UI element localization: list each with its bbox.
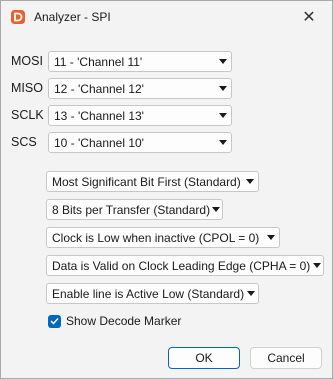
mosi-label: MOSI (11, 54, 43, 68)
cpha-value: Data is Valid on Clock Leading Edge (CPH… (52, 258, 311, 273)
mosi-channel-select[interactable]: 11 - 'Channel 11' (48, 51, 232, 72)
scs-label: SCS (11, 135, 37, 149)
cancel-button[interactable]: Cancel (250, 347, 322, 369)
miso-channel-value: 12 - 'Channel 12' (54, 81, 144, 96)
enable-line-select[interactable]: Enable line is Active Low (Standard) (46, 283, 259, 304)
scs-channel-select[interactable]: 10 - 'Channel 10' (48, 132, 232, 153)
analyzer-dialog: Analyzer - SPI ✕ MOSI 11 - 'Channel 11' … (0, 0, 333, 379)
sclk-channel-select[interactable]: 13 - 'Channel 13' (48, 105, 232, 126)
chevron-down-icon (210, 207, 222, 212)
close-icon: ✕ (302, 9, 316, 26)
cpol-select[interactable]: Clock is Low when inactive (CPOL = 0) (46, 227, 280, 248)
miso-channel-select[interactable]: 12 - 'Channel 12' (48, 78, 232, 99)
chevron-down-icon (310, 263, 323, 268)
miso-label: MISO (11, 81, 43, 95)
mosi-channel-value: 11 - 'Channel 11' (54, 54, 143, 69)
bit-order-select[interactable]: Most Significant Bit First (Standard) (46, 171, 259, 192)
chevron-down-icon (215, 140, 231, 145)
show-decode-marker-checkbox[interactable] (48, 314, 61, 328)
chevron-down-icon (263, 235, 279, 240)
cpha-select[interactable]: Data is Valid on Clock Leading Edge (CPH… (46, 255, 324, 276)
cpol-value: Clock is Low when inactive (CPOL = 0) (52, 230, 260, 245)
sclk-channel-value: 13 - 'Channel 13' (54, 108, 144, 123)
app-logo-icon (11, 10, 25, 24)
chevron-down-icon (244, 291, 258, 296)
scs-channel-value: 10 - 'Channel 10' (54, 135, 144, 150)
window-title: Analyzer - SPI (34, 10, 111, 24)
show-decode-marker-row[interactable]: Show Decode Marker (48, 314, 181, 328)
show-decode-marker-label: Show Decode Marker (66, 314, 182, 328)
bits-per-transfer-value: 8 Bits per Transfer (Standard) (52, 202, 211, 217)
chevron-down-icon (215, 113, 231, 118)
close-button[interactable]: ✕ (286, 1, 332, 33)
cancel-button-label: Cancel (267, 351, 305, 365)
chevron-down-icon (215, 59, 231, 64)
enable-line-value: Enable line is Active Low (Standard) (52, 286, 245, 301)
chevron-down-icon (242, 179, 258, 184)
sclk-label: SCLK (11, 108, 44, 122)
bits-per-transfer-select[interactable]: 8 Bits per Transfer (Standard) (46, 199, 223, 220)
chevron-down-icon (215, 86, 231, 91)
checkmark-icon (50, 317, 59, 325)
title-bar[interactable]: Analyzer - SPI ✕ (1, 1, 332, 33)
bit-order-value: Most Significant Bit First (Standard) (52, 174, 241, 189)
ok-button[interactable]: OK (168, 347, 240, 369)
ok-button-label: OK (195, 351, 213, 365)
